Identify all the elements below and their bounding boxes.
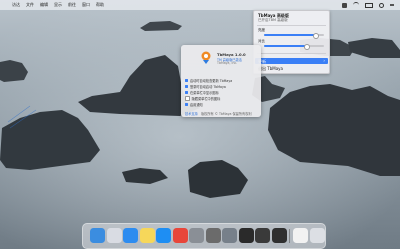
dock [82,223,326,249]
checkbox[interactable] [185,91,188,94]
company-name: TbMaya, Inc. [217,61,238,65]
finder-icon[interactable] [90,228,105,243]
dashboard-icon[interactable] [255,228,270,243]
menu-edit[interactable]: 编辑 [40,2,48,8]
menu-finder[interactable]: 访达 [12,2,20,8]
desktop-wallpaper [0,0,400,249]
checkbox[interactable] [185,79,188,82]
checkbox[interactable] [185,103,188,106]
sys-prefs-icon[interactable] [189,228,204,243]
option-row[interactable]: 隐藏菜单栏中的图标 [185,96,220,101]
quit-menu-item[interactable]: 退出 TbMaya [258,66,325,72]
control-center-icon[interactable] [390,4,394,6]
tbmaya-status-icon[interactable] [342,2,347,8]
app-logo-icon [201,51,211,64]
brightness-slider[interactable] [264,32,324,39]
option-row[interactable]: 启动时自动检查更新 TbMaya [185,78,232,83]
brightness-knob[interactable] [313,32,319,39]
contrast-knob[interactable] [304,43,310,50]
option-row[interactable]: 在菜单栏中显示图标 [185,90,219,95]
menu-view[interactable]: 显示 [54,2,62,8]
option-label: 启动时自动检查更新 TbMaya [190,79,233,83]
checkbox[interactable] [185,85,188,88]
option-row[interactable]: 登录时自动启动 TbMaya [185,84,226,89]
script-editor-icon[interactable] [205,228,221,243]
option-label: 隐藏菜单栏中的图标 [191,97,221,101]
option-label: 在菜单栏中显示图标 [190,91,219,95]
contrast-slider[interactable] [264,43,324,50]
launchpad-icon[interactable] [106,228,122,243]
search-icon[interactable] [379,2,384,8]
app-store-icon[interactable] [156,228,171,243]
contrast-fill [264,45,306,47]
notes-icon[interactable] [139,228,155,243]
divider [257,25,326,26]
divider [257,53,326,54]
safari-icon[interactable] [123,228,138,243]
option-row[interactable]: 启用通知 [185,102,203,107]
gear-icon[interactable] [222,228,237,243]
battery-icon[interactable] [365,2,373,8]
menu-window[interactable]: 窗口 [82,2,90,8]
tb-menu-subtitle: 已开启TBM 高级版 [258,18,288,22]
copyright-text: 版权所有 © TbMaya 保留所有权利 [201,112,252,116]
dock-separator [289,229,290,243]
option-label: 启用通知 [190,103,203,107]
menu-file[interactable]: 文件 [26,2,34,8]
option-label: 登录时自动启动 TbMaya [190,85,226,89]
terminal-printer-icon[interactable] [271,228,287,243]
about-window: TbMaya 1.0.0 TM 高级版已激活 TbMaya, Inc. 启动时自… [181,45,261,117]
menu-bar: 访达 文件 编辑 显示 前往 窗口 帮助 [0,0,400,10]
preview-icon[interactable] [293,228,308,243]
update-menu-item[interactable]: 更新 › [255,58,328,64]
menu-go[interactable]: 前往 [68,2,76,8]
menu-help[interactable]: 帮助 [96,2,104,8]
brightness-fill [264,34,315,36]
trash-icon[interactable] [309,228,325,243]
checkbox[interactable] [185,96,190,101]
chrome-icon[interactable] [172,228,188,243]
chevron-right-icon: › [323,58,325,64]
contrast-label: 对比 [258,39,265,43]
tbmaya-status-menu: TbMaya 高级版 已开启TBM 高级版 亮度 对比 更新 › 退出 TbMa… [253,10,330,74]
spotify-icon[interactable] [238,228,254,243]
support-link[interactable]: 技术支持 [185,111,198,116]
wifi-icon[interactable] [353,2,359,8]
